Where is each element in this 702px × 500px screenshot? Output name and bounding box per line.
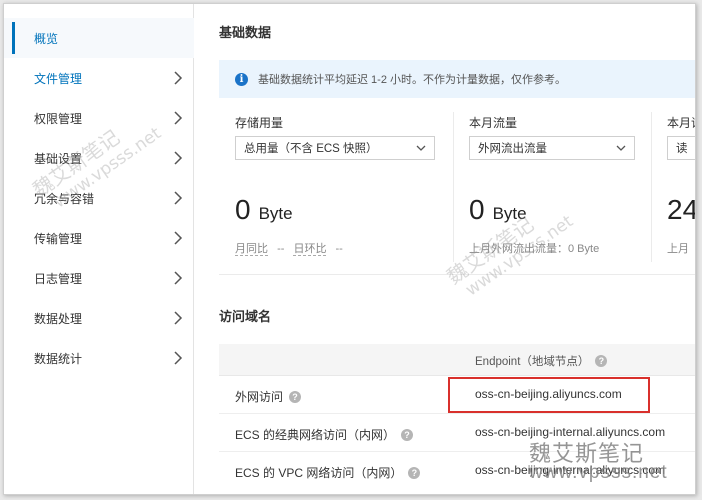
highlight-box — [448, 377, 650, 413]
sidebar-item-label: 文件管理 — [34, 71, 83, 86]
chevron-right-icon — [174, 271, 183, 285]
sidebar-item-label: 概览 — [34, 31, 59, 46]
notice-text: 基础数据统计平均延迟 1-2 小时。不作为计量数据，仅作参考。 — [258, 74, 567, 86]
stat-label: 本月流量 — [469, 116, 518, 130]
chevron-down-icon — [616, 145, 626, 151]
sidebar-item-overview[interactable]: 概览 — [4, 18, 194, 58]
endpoint-value: oss-cn-beijing-internal.aliyuncs.com — [475, 463, 666, 477]
sidebar-item-basic-settings[interactable]: 基础设置 — [4, 138, 194, 178]
help-icon[interactable]: ? — [408, 466, 421, 479]
stat-value: 0 Byte — [235, 194, 293, 226]
main-content: 基础数据 i 基础数据统计平均延迟 1-2 小时。不作为计量数据，仅作参考。 存… — [195, 4, 696, 494]
sidebar-item-label: 数据处理 — [34, 311, 83, 326]
stat-last-month: 上月外网流出流量：0 Byte — [469, 243, 600, 255]
dod-label[interactable]: 日环比 — [293, 243, 327, 256]
console-window: 概览 文件管理 权限管理 基础设置 冗余与容错 传输管理 日志管理 数据处理 数… — [3, 3, 696, 495]
sidebar-item-data-processing[interactable]: 数据处理 — [4, 298, 194, 338]
sidebar-item-log-management[interactable]: 日志管理 — [4, 258, 194, 298]
row-name: 外网访问 ? — [235, 388, 302, 405]
endpoint-value: oss-cn-beijing-internal.aliyuncs.com — [475, 425, 666, 439]
stat-number: 24 — [667, 194, 696, 225]
column-header-label: Endpoint（地域节点） — [475, 356, 590, 368]
stat-value: 0 Byte — [469, 194, 527, 226]
select-value: 外网流出流量 — [478, 143, 547, 155]
sidebar-item-label: 传输管理 — [34, 231, 83, 246]
sidebar-item-label: 权限管理 — [34, 111, 83, 126]
sidebar-item-label: 基础设置 — [34, 151, 83, 166]
sidebar-item-label: 日志管理 — [34, 271, 83, 286]
traffic-type-select[interactable]: 外网流出流量 — [469, 136, 635, 160]
card-divider — [453, 112, 454, 262]
stat-unit: Byte — [258, 204, 293, 223]
sidebar-item-label: 冗余与容错 — [34, 191, 95, 206]
stat-value: 24 — [667, 194, 696, 226]
chevron-right-icon — [174, 231, 183, 245]
basic-data-title: 基础数据 — [219, 25, 272, 40]
chevron-right-icon — [174, 151, 183, 165]
sidebar-item-redundancy[interactable]: 冗余与容错 — [4, 178, 194, 218]
sidebar-item-permission-management[interactable]: 权限管理 — [4, 98, 194, 138]
yoy-label[interactable]: 月同比 — [235, 243, 268, 256]
dod-value: -- — [335, 243, 343, 255]
stat-label: 存储用量 — [235, 116, 284, 130]
row-label: 外网访问 — [235, 390, 284, 404]
select-value: 总用量（不含 ECS 快照） — [244, 143, 378, 155]
row-name: ECS 的 VPC 网络访问（内网） ? — [235, 464, 421, 481]
sidebar: 概览 文件管理 权限管理 基础设置 冗余与容错 传输管理 日志管理 数据处理 数… — [4, 4, 194, 494]
access-domain-title: 访问域名 — [219, 309, 272, 324]
stat-card-requests: 本月请 读 24 上月 — [667, 114, 696, 274]
help-icon[interactable]: ? — [595, 355, 608, 367]
storage-type-select[interactable]: 总用量（不含 ECS 快照） — [235, 136, 435, 160]
stat-comparison: 月同比 -- 日环比 -- — [235, 240, 343, 256]
chevron-right-icon — [174, 111, 183, 125]
help-icon[interactable]: ? — [401, 428, 414, 441]
sidebar-item-transfer-management[interactable]: 传输管理 — [4, 218, 194, 258]
select-value: 读 — [676, 143, 688, 155]
stat-label: 本月请 — [667, 116, 695, 130]
row-label: ECS 的 VPC 网络访问（内网） — [235, 466, 403, 480]
stat-card-traffic: 本月流量 外网流出流量 0 Byte 上月外网流出流量：0 Byte — [469, 114, 635, 274]
table-row: ECS 的 VPC 网络访问（内网） ? oss-cn-beijing-inte… — [219, 452, 695, 490]
sidebar-item-label: 数据统计 — [34, 351, 83, 366]
stat-unit: Byte — [492, 204, 527, 223]
chevron-down-icon — [416, 145, 426, 151]
yoy-value: -- — [277, 243, 285, 255]
stat-number: 0 — [235, 194, 251, 225]
stat-last-month: 上月 — [667, 243, 689, 255]
info-icon: i — [235, 72, 248, 86]
domain-table-header: Endpoint（地域节点） ? — [219, 344, 695, 376]
endpoint-column-header: Endpoint（地域节点） ? — [475, 353, 608, 369]
section-divider — [219, 274, 695, 275]
help-icon[interactable]: ? — [289, 390, 302, 403]
sidebar-item-file-management[interactable]: 文件管理 — [4, 58, 194, 98]
row-label: ECS 的经典网络访问（内网） — [235, 428, 396, 442]
info-notice: i 基础数据统计平均延迟 1-2 小时。不作为计量数据，仅作参考。 — [219, 60, 695, 98]
stat-number: 0 — [469, 194, 485, 225]
table-row: ECS 的经典网络访问（内网） ? oss-cn-beijing-interna… — [219, 414, 695, 452]
chevron-right-icon — [174, 191, 183, 205]
sidebar-item-data-statistics[interactable]: 数据统计 — [4, 338, 194, 378]
chevron-right-icon — [174, 311, 183, 325]
chevron-right-icon — [174, 351, 183, 365]
card-divider — [651, 112, 652, 262]
chevron-right-icon — [174, 71, 183, 85]
stat-card-storage: 存储用量 总用量（不含 ECS 快照） 0 Byte 月同比 -- 日环比 -- — [235, 114, 435, 274]
row-name: ECS 的经典网络访问（内网） ? — [235, 426, 414, 443]
request-type-select[interactable]: 读 — [667, 136, 695, 160]
